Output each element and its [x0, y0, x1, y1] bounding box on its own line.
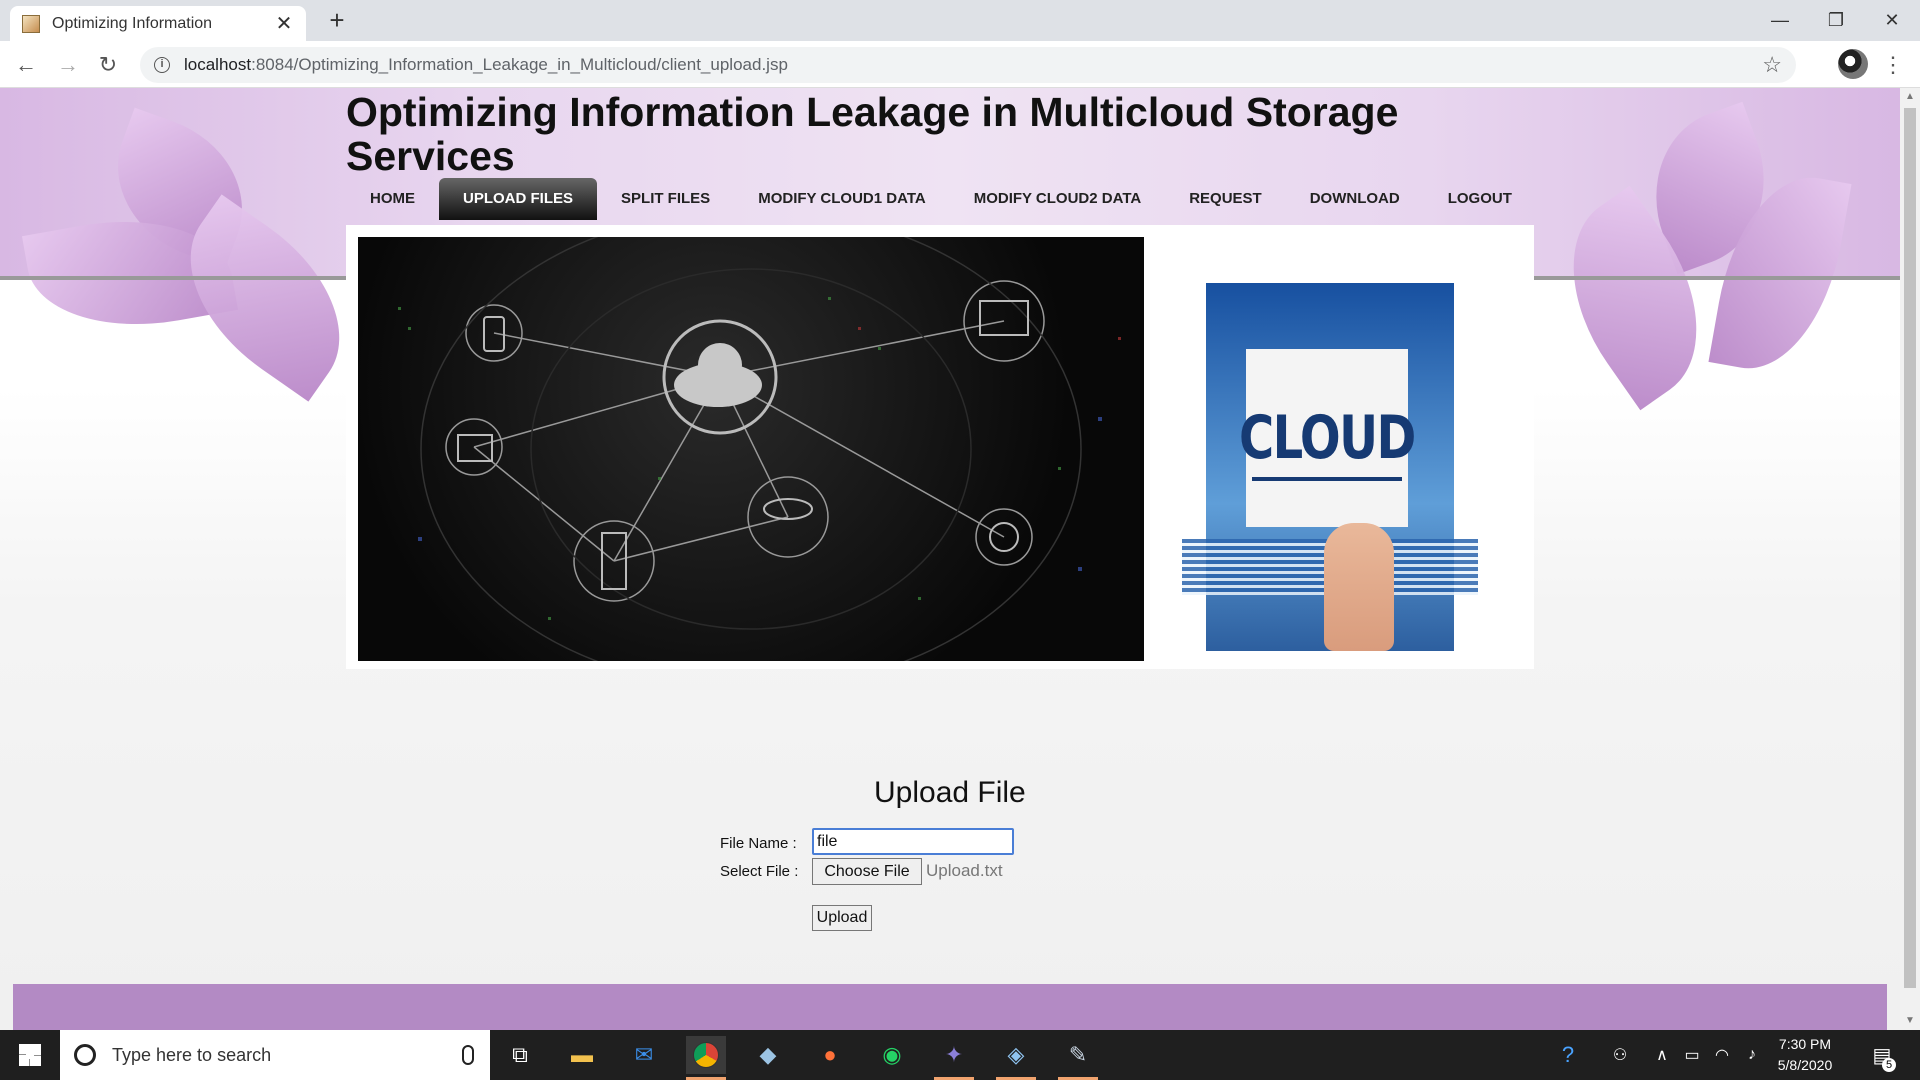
menu-item-modify-cloud1-data[interactable]: MODIFY CLOUD1 DATA — [734, 178, 950, 220]
cloud-sign-card: CLOUD — [1239, 349, 1416, 527]
show-hidden-icons-icon[interactable]: ∧ — [1648, 1030, 1676, 1080]
new-tab-button[interactable]: + — [322, 6, 352, 36]
browser-tab-bar: Optimizing Information ✕ + — ❐ ✕ — [0, 0, 1920, 41]
menu-item-logout[interactable]: LOGOUT — [1424, 178, 1536, 220]
hand-illustration — [1324, 523, 1394, 651]
url-host: localhost — [184, 55, 252, 74]
network-cloud-image — [358, 237, 1144, 661]
netbeans-icon[interactable]: ✦ — [934, 1036, 974, 1080]
menu-item-request[interactable]: REQUEST — [1165, 178, 1286, 220]
cortana-icon — [74, 1044, 96, 1066]
page-viewport: Optimizing Information Leakage in Multic… — [0, 88, 1900, 1030]
browser-menu-icon[interactable]: ⋮ — [1882, 49, 1904, 81]
tab-title: Optimizing Information — [52, 14, 213, 32]
site-info-icon[interactable]: i — [154, 57, 170, 73]
browser-toolbar: ← → ↻ i localhost:8084/Optimizing_Inform… — [0, 41, 1920, 88]
file-explorer-icon[interactable]: ▬ — [562, 1036, 602, 1074]
battery-icon[interactable]: ▭ — [1678, 1030, 1706, 1080]
paint-app-icon[interactable]: ✎ — [1058, 1036, 1098, 1080]
taskbar-search-box[interactable]: Type here to search — [60, 1030, 490, 1080]
menu-item-split-files[interactable]: SPLIT FILES — [597, 178, 734, 220]
url-text[interactable]: localhost:8084/Optimizing_Information_Le… — [184, 55, 1762, 75]
close-window-button[interactable]: ✕ — [1864, 0, 1920, 41]
help-icon[interactable]: ? — [1548, 1030, 1588, 1080]
wifi-icon[interactable]: ◠ — [1708, 1030, 1736, 1080]
scroll-down-arrow-icon[interactable]: ▼ — [1900, 1012, 1920, 1030]
menu-item-home[interactable]: HOME — [346, 178, 439, 220]
upload-file-heading: Upload File — [874, 776, 1026, 809]
menu-item-upload-files[interactable]: UPLOAD FILES — [439, 178, 598, 220]
firefox-icon[interactable]: ● — [810, 1036, 850, 1074]
chrome-logo — [693, 1042, 719, 1068]
banner-panel: CLOUD — [346, 225, 1534, 669]
chosen-file-name: Upload.txt — [926, 861, 1003, 880]
scroll-thumb[interactable] — [1904, 108, 1916, 988]
clock-time: 7:30 PM — [1778, 1036, 1832, 1052]
address-bar[interactable]: i localhost:8084/Optimizing_Information_… — [140, 47, 1796, 83]
taskbar-search-placeholder: Type here to search — [112, 1044, 272, 1065]
site-title: Optimizing Information Leakage in Multic… — [346, 89, 1399, 179]
main-menu: HOME UPLOAD FILES SPLIT FILES MODIFY CLO… — [346, 178, 1536, 220]
task-view-icon[interactable]: ⧉ — [500, 1036, 540, 1074]
notification-count-badge: 5 — [1882, 1058, 1896, 1072]
notifications-icon[interactable]: ▤ 5 — [1862, 1030, 1902, 1080]
footer-bar — [13, 984, 1887, 1030]
minimize-button[interactable]: — — [1752, 0, 1808, 41]
clock-date: 5/8/2020 — [1777, 1057, 1833, 1073]
tab-close-icon[interactable]: ✕ — [274, 14, 294, 34]
bookmark-star-icon[interactable]: ☆ — [1762, 52, 1782, 78]
url-path: :8084/Optimizing_Information_Leakage_in_… — [251, 55, 788, 74]
menu-item-modify-cloud2-data[interactable]: MODIFY CLOUD2 DATA — [950, 178, 1166, 220]
cloud-sign-image: CLOUD — [1182, 283, 1478, 651]
upload-button[interactable]: Upload — [812, 905, 872, 931]
profile-avatar[interactable] — [1838, 49, 1868, 79]
select-file-label: Select File : — [720, 863, 799, 880]
browser-tab[interactable]: Optimizing Information ✕ — [10, 6, 306, 41]
network-diagram-illustration — [398, 237, 1121, 661]
people-icon[interactable]: ⚇ — [1600, 1030, 1640, 1080]
microphone-icon[interactable] — [462, 1045, 474, 1065]
windows-logo-icon — [19, 1044, 41, 1066]
mail-icon[interactable]: ✉ — [624, 1036, 664, 1074]
taskbar-clock[interactable]: 7:30 PM 5/8/2020 — [1760, 1034, 1850, 1076]
page-scrollbar[interactable]: ▲ ▼ — [1900, 88, 1920, 1030]
file-name-input[interactable] — [812, 828, 1014, 855]
notes-app-icon[interactable]: ◆ — [748, 1036, 788, 1074]
restore-button[interactable]: ❐ — [1808, 0, 1864, 41]
menu-item-download[interactable]: DOWNLOAD — [1286, 178, 1424, 220]
choose-file-button[interactable]: Choose File — [812, 858, 922, 885]
scroll-up-arrow-icon[interactable]: ▲ — [1900, 88, 1920, 106]
windows-taskbar: Type here to search ⧉ ▬ ✉ ◆ ● ◉ ✦ ◈ ✎ ? … — [0, 1030, 1920, 1080]
cloud-sign-underline — [1252, 477, 1402, 481]
file-name-label: File Name : — [720, 835, 797, 852]
cloud-image-text: CLOUD — [1239, 403, 1416, 473]
back-button[interactable]: ← — [10, 49, 42, 81]
cube-app-icon[interactable]: ◈ — [996, 1036, 1036, 1080]
start-button[interactable] — [0, 1030, 60, 1080]
reload-button[interactable]: ↻ — [92, 49, 124, 81]
chrome-icon[interactable] — [686, 1036, 726, 1080]
forward-button[interactable]: → — [52, 49, 84, 81]
whatsapp-icon[interactable]: ◉ — [872, 1036, 912, 1074]
site-favicon-icon — [22, 14, 40, 33]
